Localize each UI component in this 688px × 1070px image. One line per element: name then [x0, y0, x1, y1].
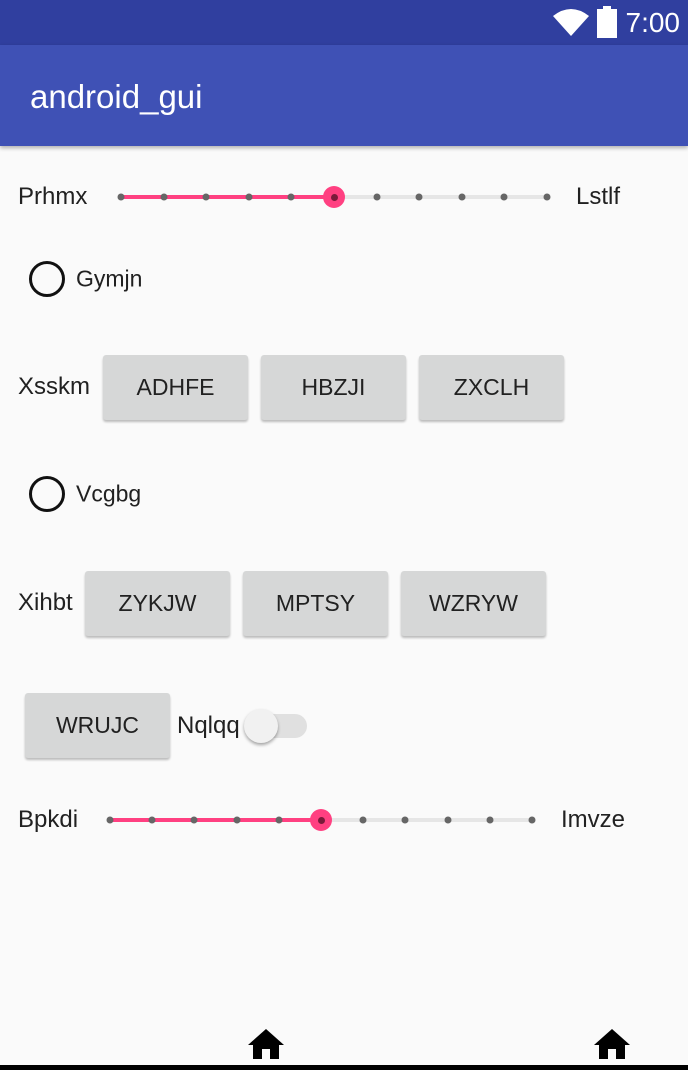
navigation-bar-edge: [0, 1065, 688, 1070]
slider-tick: [401, 816, 409, 824]
wifi-icon: [553, 9, 589, 36]
slider-tick: [148, 816, 156, 824]
slider-tick: [287, 193, 295, 201]
slider-tick: [359, 816, 367, 824]
slider2-left-label: Bpkdi: [18, 806, 79, 833]
row1-label: Xsskm: [18, 373, 90, 400]
home-icon[interactable]: [248, 1029, 284, 1059]
button-wzryw[interactable]: WZRYW: [401, 571, 546, 636]
home-icon[interactable]: [594, 1029, 630, 1059]
status-bar: 7:00: [0, 0, 688, 45]
slider-tick: [275, 816, 283, 824]
battery-icon: [597, 6, 617, 38]
slider-tick: [117, 193, 125, 201]
slider-tick: [415, 193, 423, 201]
button-wrujc[interactable]: WRUJC: [25, 693, 170, 758]
slider-tick: [458, 193, 466, 201]
switch-label: Nqlqq: [177, 712, 240, 739]
slider-tick: [233, 816, 241, 824]
button-zxclh[interactable]: ZXCLH: [419, 355, 564, 420]
slider-tick: [245, 193, 253, 201]
slider-fill: [121, 195, 334, 199]
radio-button[interactable]: [29, 261, 65, 297]
slider-tick: [543, 193, 551, 201]
row2-label: Xihbt: [18, 589, 73, 616]
clock: 7:00: [625, 7, 681, 38]
slider-thumb[interactable]: [323, 186, 345, 208]
slider-tick: [486, 816, 494, 824]
button-zykjw[interactable]: ZYKJW: [85, 571, 230, 636]
slider-tick: [190, 816, 198, 824]
app-title: android_gui: [30, 78, 203, 115]
slider-tick: [106, 816, 114, 824]
slider-fill: [110, 818, 321, 822]
radio-button[interactable]: [29, 476, 65, 512]
button-hbzji[interactable]: HBZJI: [261, 355, 406, 420]
radio2-label[interactable]: Vcgbg: [76, 481, 141, 508]
slider-tick: [500, 193, 508, 201]
slider-thumb[interactable]: [310, 809, 332, 831]
slider2-right-label: Imvze: [561, 806, 626, 833]
slider-tick: [528, 816, 536, 824]
slider1-right-label: Lstlf: [576, 183, 621, 210]
button-mptsy[interactable]: MPTSY: [243, 571, 388, 636]
button-adhfe[interactable]: ADHFE: [103, 355, 248, 420]
slider-tick: [202, 193, 210, 201]
radio1-label[interactable]: Gymjn: [76, 266, 142, 293]
switch-thumb[interactable]: [244, 709, 278, 743]
slider-tick: [444, 816, 452, 824]
slider-tick: [160, 193, 168, 201]
slider1-left-label: Prhmx: [18, 183, 88, 210]
slider-tick: [373, 193, 381, 201]
